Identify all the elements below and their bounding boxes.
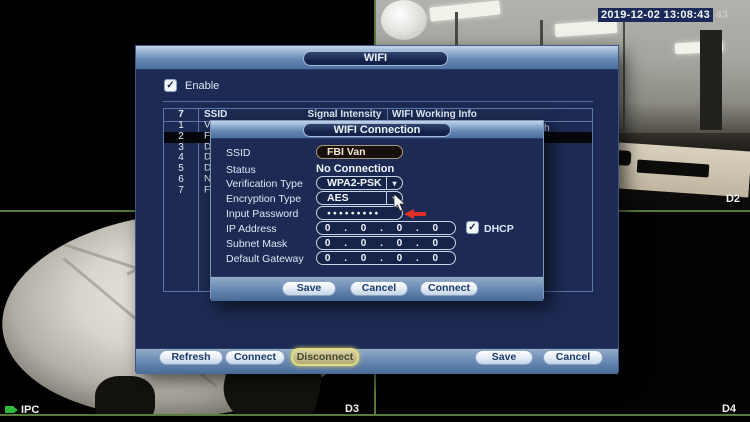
- wall-frame: [623, 18, 625, 136]
- connection-dialog-title: WIFI Connection: [303, 123, 451, 137]
- checkmark-icon: ✓: [468, 222, 477, 233]
- working-info-fragment: h: [544, 123, 550, 134]
- default-gateway-value: 0 . 0 . 0 . 0: [324, 252, 440, 264]
- ceiling-light: [429, 0, 501, 22]
- disconnect-button[interactable]: Disconnect: [291, 348, 359, 366]
- dhcp-label: DHCP: [484, 223, 514, 235]
- enable-label: Enable: [185, 80, 220, 92]
- ssid-input[interactable]: FBI Van: [316, 145, 403, 159]
- ip-address-label: IP Address: [226, 223, 277, 235]
- bottom-letterbox: [0, 416, 750, 422]
- encryption-type-value: AES: [327, 192, 349, 204]
- ssid-value: FBI Van: [327, 146, 366, 158]
- verification-type-label: Verification Type: [226, 178, 303, 190]
- mouse-cursor: [393, 193, 407, 217]
- connect-button[interactable]: Connect: [420, 281, 478, 296]
- save-button[interactable]: Save: [282, 281, 336, 296]
- dhcp-checkbox[interactable]: ✓: [466, 221, 479, 234]
- input-password-label: Input Password: [226, 208, 299, 220]
- subnet-mask-value: 0 . 0 . 0 . 0: [324, 237, 440, 249]
- enable-checkbox[interactable]: ✓: [164, 79, 177, 92]
- cancel-button[interactable]: Cancel: [350, 281, 408, 296]
- encryption-type-dropdown[interactable]: AES ▾: [316, 191, 403, 205]
- nvr-screen: 2019-12-02 13:08:43 43 D2 IPC D3 D4 WIFI…: [0, 0, 750, 422]
- status-label: Status: [226, 164, 256, 176]
- wifi-connection-dialog: WIFI Connection SSID FBI Van Status No C…: [210, 120, 544, 301]
- ssid-label: SSID: [226, 147, 251, 159]
- channel-label-d2: D2: [725, 193, 740, 205]
- encryption-type-label: Encryption Type: [226, 193, 302, 205]
- row-number: 7: [178, 184, 184, 196]
- ptz-camera: [381, 0, 427, 40]
- password-input[interactable]: ●●●●●●●●●: [316, 206, 403, 220]
- annotation-arrow-icon: [404, 209, 428, 219]
- ipc-status-icon: [5, 406, 18, 413]
- save-button-outer[interactable]: Save: [475, 350, 533, 365]
- camera-timestamp: 2019-12-02 13:08:43: [597, 8, 713, 22]
- wifi-dialog-title: WIFI: [303, 51, 448, 66]
- password-dots: ●●●●●●●●●: [327, 209, 381, 217]
- subnet-mask-label: Subnet Mask: [226, 238, 288, 250]
- default-gateway-label: Default Gateway: [226, 253, 304, 265]
- status-value: No Connection: [316, 163, 395, 175]
- checkmark-icon: ✓: [166, 80, 175, 91]
- separator-line: [163, 101, 593, 102]
- office-doorway: [700, 30, 722, 130]
- default-gateway-input[interactable]: 0 . 0 . 0 . 0: [316, 251, 456, 265]
- verification-type-dropdown[interactable]: WPA2-PSK ▾: [316, 176, 403, 190]
- cancel-button-outer[interactable]: Cancel: [543, 350, 603, 365]
- subnet-mask-input[interactable]: 0 . 0 . 0 . 0: [316, 236, 456, 250]
- ip-address-value: 0 . 0 . 0 . 0: [324, 222, 440, 234]
- camera-timestamp-ghost: 43: [715, 9, 728, 21]
- verification-type-value: WPA2-PSK: [327, 177, 382, 189]
- ip-address-input[interactable]: 0 . 0 . 0 . 0: [316, 221, 456, 235]
- row-number: 2: [178, 130, 184, 142]
- connect-button-outer[interactable]: Connect: [225, 350, 285, 365]
- refresh-button[interactable]: Refresh: [159, 350, 223, 365]
- ceiling-light: [554, 19, 618, 38]
- chevron-down-icon[interactable]: ▾: [386, 176, 402, 190]
